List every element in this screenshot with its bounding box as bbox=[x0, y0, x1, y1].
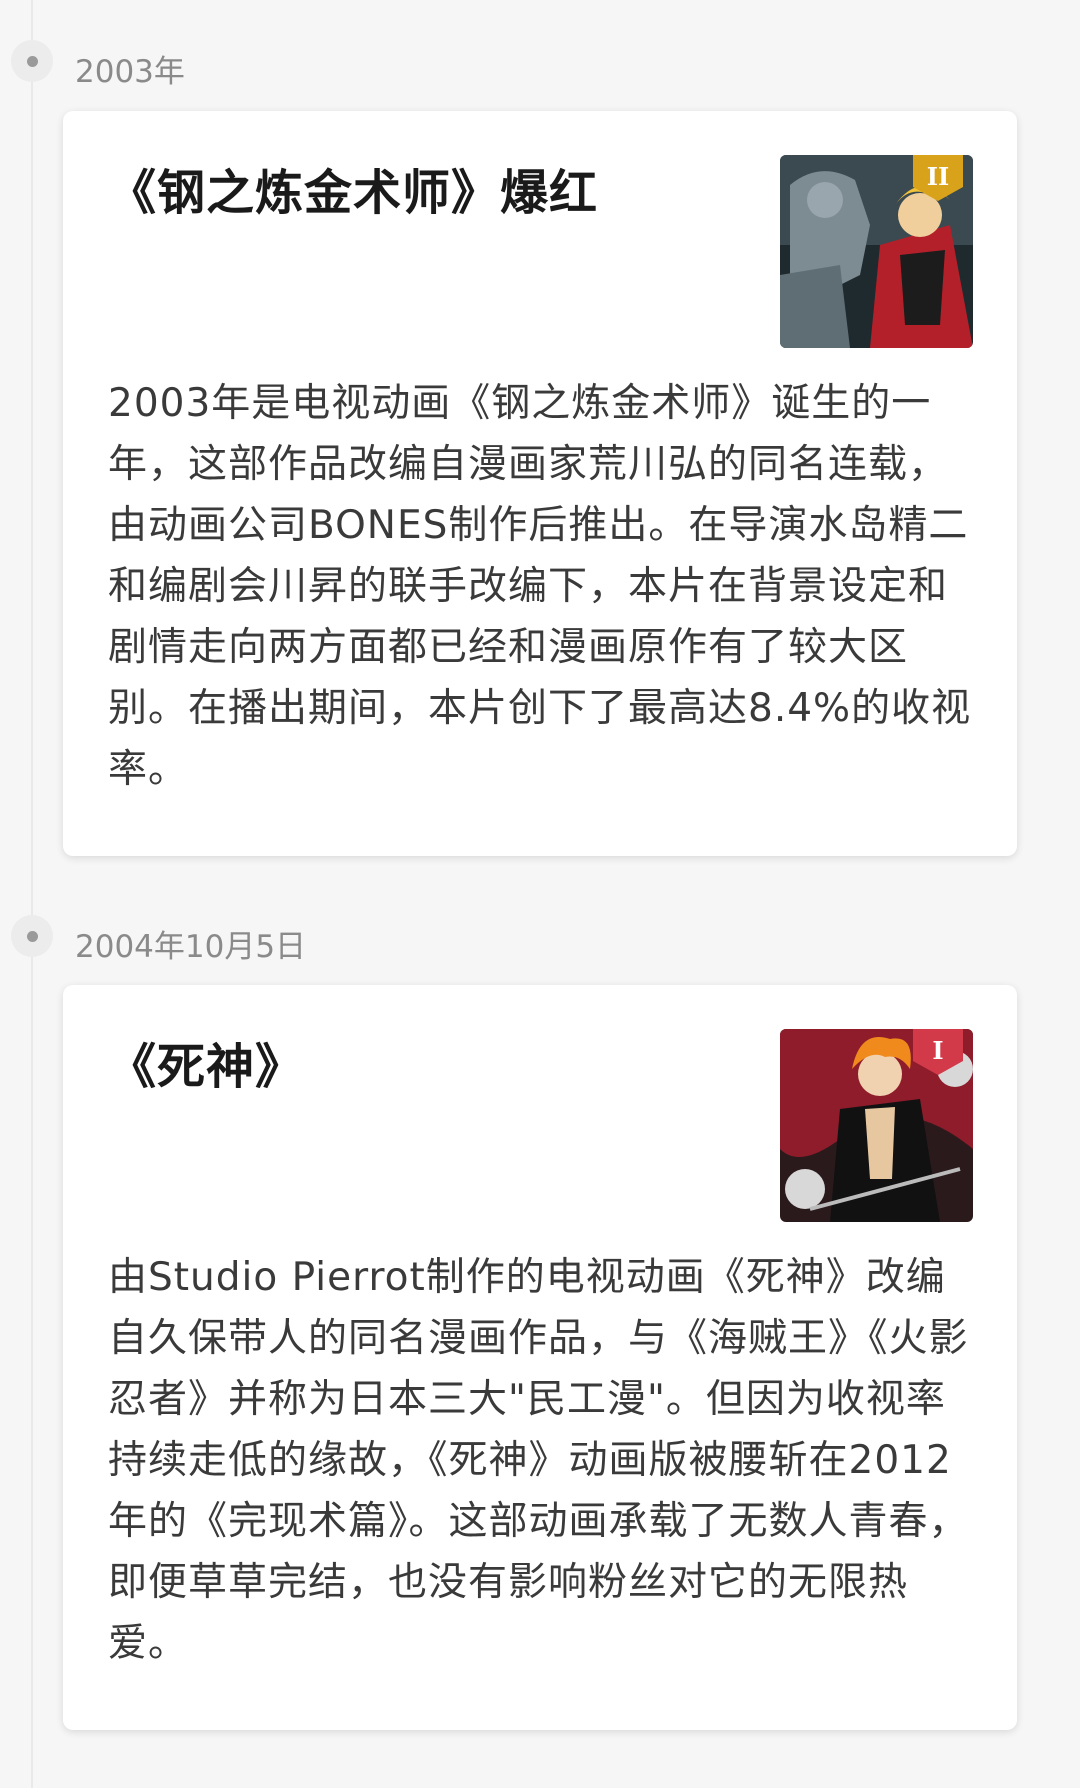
card-title: 《死神》 bbox=[108, 1039, 305, 1095]
date-label: 2004年10月5日 bbox=[75, 929, 307, 965]
card-description: 2003年是电视动画《钢之炼金术师》诞生的一年，这部作品改编自漫画家荒川弘的同名… bbox=[108, 381, 972, 792]
fullmetal-alchemist-thumbnail-icon[interactable]: II bbox=[780, 155, 973, 348]
timeline-dot bbox=[11, 40, 53, 82]
rank-badge: I bbox=[932, 1036, 943, 1065]
card-description: 由Studio Pierrot制作的电视动画《死神》改编自久保带人的同名漫画作品… bbox=[108, 1255, 969, 1666]
rank-badge: II bbox=[927, 162, 949, 191]
timeline-card-bleach[interactable]: 《死神》 I 由Studio Pierrot制作的电视动画《死神》改编自久保带人… bbox=[63, 985, 1017, 1730]
date-label: 2003年 bbox=[75, 54, 185, 90]
bleach-thumbnail-icon[interactable]: I bbox=[780, 1029, 973, 1222]
timeline-dot bbox=[11, 915, 53, 957]
timeline-card-fullmetal-alchemist[interactable]: 《钢之炼金术师》爆红 II 2003年是电视动画《钢之炼金术师》诞生的一年，这部… bbox=[63, 111, 1017, 856]
card-title: 《钢之炼金术师》爆红 bbox=[108, 165, 599, 221]
timeline-line bbox=[31, 0, 33, 1788]
